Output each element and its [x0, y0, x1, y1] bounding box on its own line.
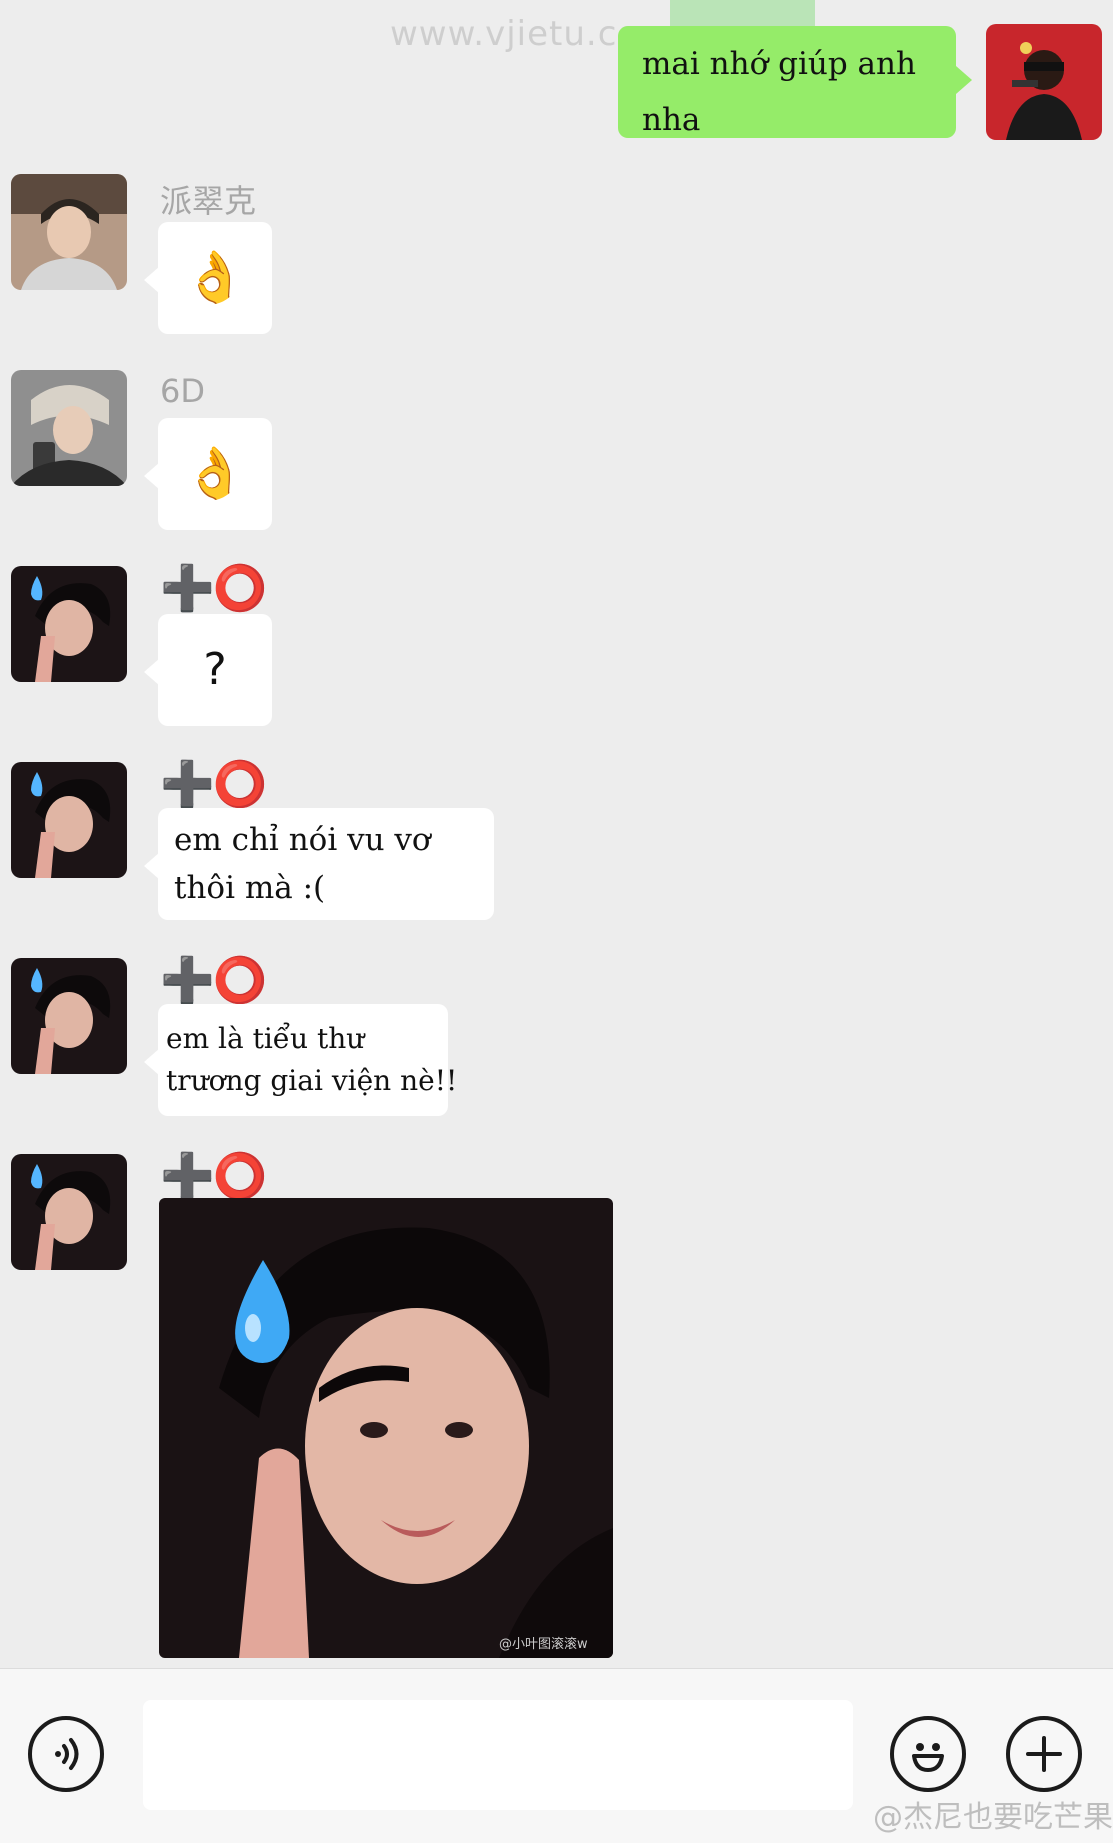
ok-hand-emoji: 👌 — [183, 445, 247, 501]
ok-hand-emoji: 👌 — [183, 249, 247, 305]
message-bubble[interactable]: 👌 — [144, 418, 272, 530]
message-bubble[interactable]: ? — [144, 614, 272, 726]
contact-avatar-3[interactable] — [11, 958, 127, 1074]
watermark-bottom: @杰尼也要吃芒果 — [873, 1800, 1113, 1835]
message-bubble[interactable]: 👌 — [144, 222, 272, 334]
my-message-bubble[interactable]: mai nhớ giúp anh nha — [618, 26, 972, 138]
sticker-caption: @小叶图滚滚w — [499, 1636, 588, 1652]
sender-name: ➕⭕ — [160, 563, 268, 614]
sender-name: ➕⭕ — [160, 1151, 268, 1202]
my-avatar[interactable] — [986, 24, 1102, 140]
voice-icon — [55, 1738, 79, 1770]
sticker-image[interactable]: @小叶图滚滚w — [159, 1198, 613, 1658]
message-bubble[interactable]: em là tiểu thư trương giai viện nè!! — [144, 1004, 458, 1116]
message-bubble[interactable]: em chỉ nói vu vơ thôi mà :( — [144, 808, 494, 920]
sender-name: 6D — [160, 372, 205, 410]
voice-button[interactable] — [28, 1716, 104, 1792]
emoji-button[interactable] — [890, 1716, 966, 1792]
message-input[interactable] — [143, 1700, 853, 1810]
contact-avatar-3[interactable] — [11, 1154, 127, 1270]
contact-avatar-3[interactable] — [11, 762, 127, 878]
sender-name: ➕⭕ — [160, 955, 268, 1006]
more-button[interactable] — [1006, 1716, 1082, 1792]
message-text: mai nhớ giúp anh nha — [642, 46, 916, 138]
message-text-line: em chỉ nói vu vơ — [174, 822, 431, 858]
message-text-line: thôi mà :( — [174, 870, 326, 906]
sender-name: ➕⭕ — [160, 759, 268, 810]
contact-avatar-2[interactable] — [11, 370, 127, 486]
message-text-line: em là tiểu thư — [166, 1022, 365, 1055]
message-text: ? — [203, 644, 227, 695]
contact-avatar-1[interactable] — [11, 174, 127, 290]
contact-avatar-3[interactable] — [11, 566, 127, 682]
plus-icon — [1026, 1736, 1062, 1772]
emoji-icon — [912, 1743, 944, 1772]
sender-name: 派翠克 — [160, 182, 257, 220]
message-text-line: trương giai viện nè!! — [166, 1064, 458, 1097]
